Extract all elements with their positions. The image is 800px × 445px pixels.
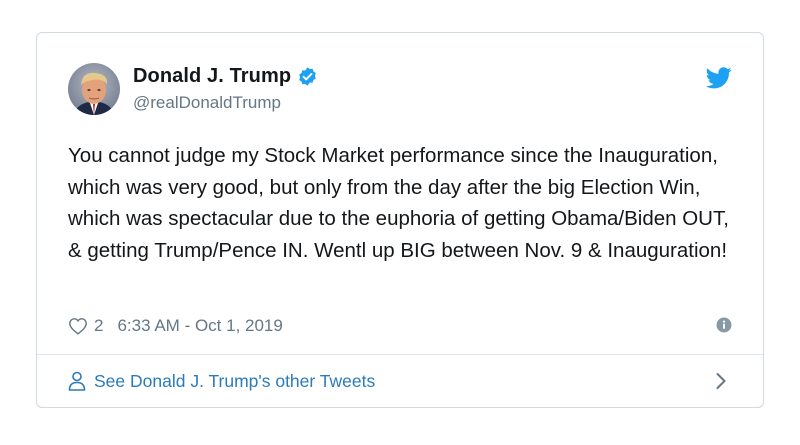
tweet-text: You cannot judge my Stock Market perform… [68, 144, 729, 262]
avatar-image [68, 63, 120, 115]
info-icon[interactable] [716, 317, 732, 333]
avatar[interactable] [68, 63, 120, 115]
see-other-tweets-link[interactable]: See Donald J. Trump's other Tweets [37, 355, 763, 407]
like-count: 2 [94, 316, 104, 335]
heart-outline-icon[interactable] [68, 317, 88, 335]
display-name[interactable]: Donald J. Trump [133, 65, 291, 88]
tweet-timestamp[interactable]: 6:33 AM - Oct 1, 2019 [117, 316, 282, 336]
person-icon [68, 371, 86, 391]
user-handle[interactable]: @realDonaldTrump [133, 93, 318, 113]
tweet-header: Donald J. Trump @realDonaldTrump [37, 33, 763, 133]
tweet-meta: 2 6:33 AM - Oct 1, 2019 [68, 315, 732, 337]
twitter-bird-icon[interactable] [705, 67, 732, 89]
tweet-card: Donald J. Trump @realDonaldTrump You can… [36, 32, 764, 408]
user-info: Donald J. Trump @realDonaldTrump [133, 65, 318, 113]
name-row: Donald J. Trump [133, 65, 318, 88]
verified-badge-icon [297, 66, 318, 87]
see-other-tweets-label: See Donald J. Trump's other Tweets [94, 370, 376, 391]
chevron-right-icon [715, 372, 727, 390]
